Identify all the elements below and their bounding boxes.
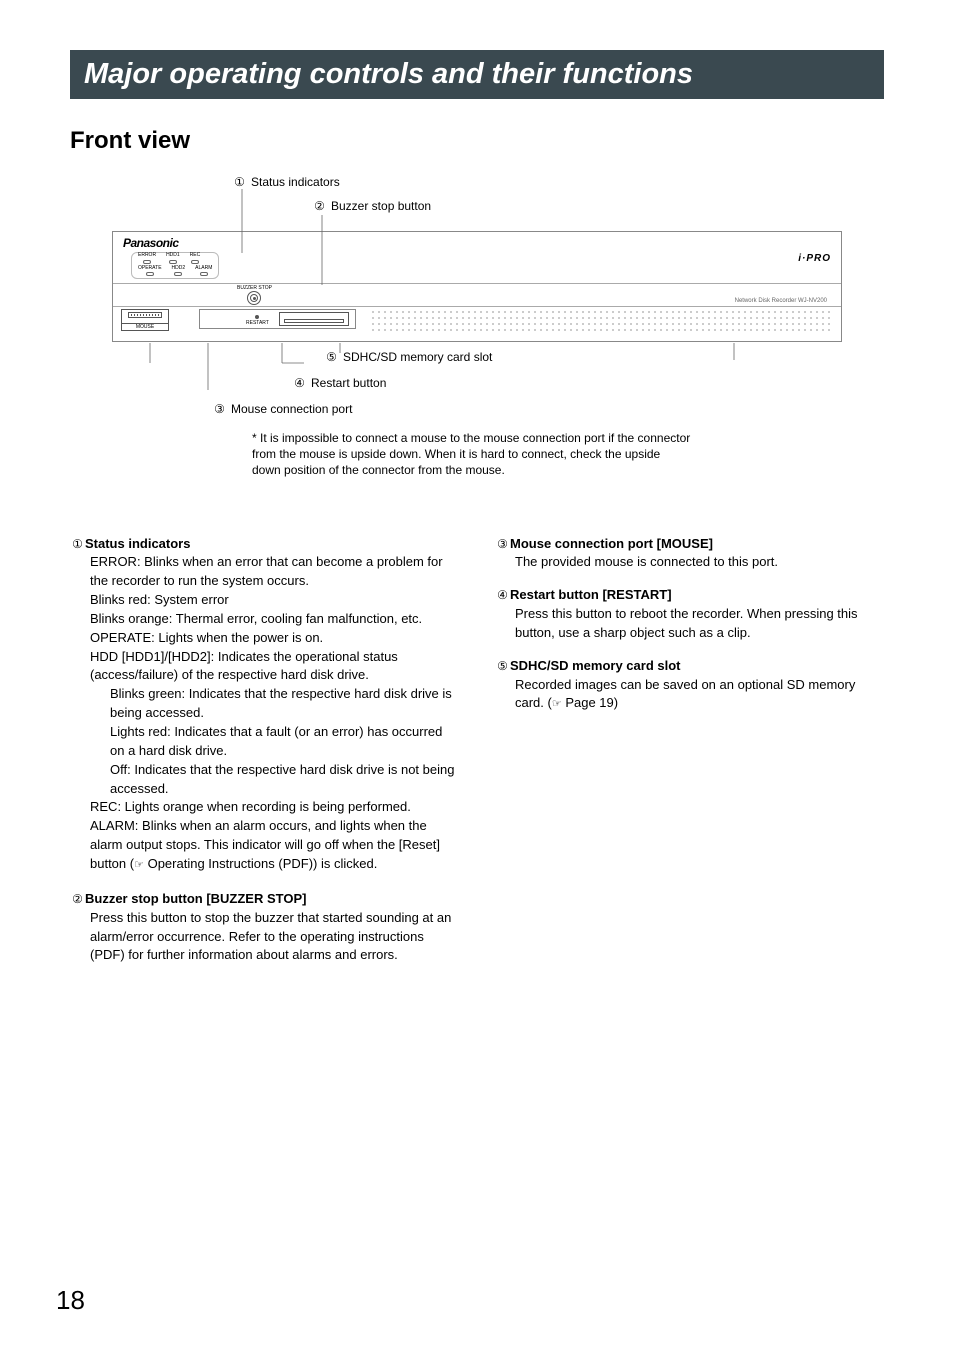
item-2-head: Buzzer stop button [BUZZER STOP] <box>85 891 306 906</box>
diagram-footnote: * It is impossible to connect a mouse to… <box>252 430 692 479</box>
buzzer-stop-button[interactable] <box>247 291 261 305</box>
callout-label: Restart button <box>311 376 386 390</box>
led-hdd1: HDD1 <box>166 253 180 264</box>
callout-status-indicators: ① Status indicators <box>232 175 842 189</box>
callout-label: SDHC/SD memory card slot <box>343 350 492 364</box>
reference-icon: ☞ <box>134 859 144 871</box>
led-alarm: ALARM <box>195 266 212 277</box>
column-left: ①Status indicators ERROR: Blinks when an… <box>70 535 459 980</box>
label-lights-red: Lights red: <box>110 724 171 739</box>
text-alarm-b: Operating Instructions (PDF)) is clicked… <box>144 856 377 871</box>
front-view-diagram: ① Status indicators ② Buzzer stop button P… <box>112 175 842 479</box>
numeral-1: ① <box>70 536 85 553</box>
callout-label: Mouse connection port <box>231 402 352 416</box>
item-5-text: Recorded images can be saved on an optio… <box>515 676 884 714</box>
sd-card-slot[interactable] <box>279 312 349 326</box>
restart-button[interactable]: RESTART <box>246 315 269 326</box>
ventilation-grid: Network Disk Recorder WJ-NV200 <box>370 309 833 335</box>
page-number: 18 <box>56 1285 85 1316</box>
item-4: ④Restart button [RESTART] Press this but… <box>495 586 884 643</box>
item-1-head: Status indicators <box>85 536 190 551</box>
label-off: Off: <box>110 762 131 777</box>
label-blinks-green: Blinks green: <box>110 686 185 701</box>
numeral-3: ③ <box>495 536 510 553</box>
label-blinks-red: Blinks red: <box>90 592 151 607</box>
label-alarm: ALARM: <box>90 818 138 833</box>
description-columns: ①Status indicators ERROR: Blinks when an… <box>70 535 884 980</box>
page-title-band: Major operating controls and their funct… <box>70 50 884 99</box>
callout-sd-slot: ⑤ SDHC/SD memory card slot <box>324 350 842 364</box>
callout-label: Buzzer stop button <box>331 199 431 213</box>
numeral-3: ③ <box>212 402 227 416</box>
numeral-4: ④ <box>495 587 510 604</box>
callout-label: Status indicators <box>251 175 340 189</box>
numeral-5: ⑤ <box>324 350 339 364</box>
text-blinks-orange: Thermal error, cooling fan malfunction, … <box>172 611 422 626</box>
item-3-text: The provided mouse is connected to this … <box>515 553 884 572</box>
buzzer-stop-label: BUZZER STOP <box>237 286 272 291</box>
section-heading-front-view: Front view <box>70 127 884 155</box>
led-rec: REC <box>190 253 201 264</box>
item-5: ⑤SDHC/SD memory card slot Recorded image… <box>495 657 884 714</box>
item-4-text: Press this button to reboot the recorder… <box>515 605 884 643</box>
brand-logo-panasonic: Panasonic <box>123 236 219 250</box>
led-hdd2: HDD2 <box>172 266 186 277</box>
text-operate: Lights when the power is on. <box>155 630 323 645</box>
brand-logo-ipro: i·PRO <box>798 253 831 264</box>
label-hdd: HDD [HDD1]/[HDD2]: <box>90 649 214 664</box>
callout-restart: ④ Restart button <box>292 376 842 390</box>
panel-upper-strip: Panasonic ERROR HDD1 REC OPERATE HDD2 <box>113 232 841 283</box>
numeral-2: ② <box>312 199 327 213</box>
model-name-label: Network Disk Recorder WJ-NV200 <box>735 298 827 304</box>
numeral-5: ⑤ <box>495 658 510 675</box>
mouse-port-label: MOUSE <box>122 323 168 330</box>
text-blinks-red: System error <box>151 592 229 607</box>
status-led-block: ERROR HDD1 REC OPERATE HDD2 ALARM <box>131 252 219 279</box>
label-error: ERROR: <box>90 554 141 569</box>
led-operate: OPERATE <box>138 266 162 277</box>
item-1: ①Status indicators ERROR: Blinks when an… <box>70 535 459 874</box>
label-rec: REC: <box>90 799 121 814</box>
panel-lower-strip: MOUSE RESTART Network Disk Recorder WJ-N… <box>113 307 841 341</box>
reference-icon: ☞ <box>552 698 562 710</box>
manual-page: Major operating controls and their funct… <box>0 0 954 1350</box>
text-off: Indicates that the respective hard disk … <box>110 762 454 796</box>
label-operate: OPERATE: <box>90 630 155 645</box>
device-front-panel: Panasonic ERROR HDD1 REC OPERATE HDD2 <box>112 231 842 342</box>
item-4-head: Restart button [RESTART] <box>510 587 672 602</box>
mouse-port[interactable]: MOUSE <box>121 309 169 331</box>
led-error: ERROR <box>138 253 156 264</box>
text-rec: Lights orange when recording is being pe… <box>121 799 411 814</box>
numeral-1: ① <box>232 175 247 189</box>
label-blinks-orange: Blinks orange: <box>90 611 172 626</box>
callout-mouse-port: ③ Mouse connection port <box>212 402 842 416</box>
item-3-head: Mouse connection port [MOUSE] <box>510 536 713 551</box>
text-error: Blinks when an error that can become a p… <box>90 554 443 588</box>
item-5-head: SDHC/SD memory card slot <box>510 658 681 673</box>
item-3: ③Mouse connection port [MOUSE] The provi… <box>495 535 884 573</box>
callout-buzzer-stop: ② Buzzer stop button <box>312 199 842 213</box>
numeral-4: ④ <box>292 376 307 390</box>
column-right: ③Mouse connection port [MOUSE] The provi… <box>495 535 884 980</box>
panel-mid-strip: BUZZER STOP <box>113 283 841 307</box>
item-2-text: Press this button to stop the buzzer tha… <box>90 909 459 966</box>
numeral-2: ② <box>70 891 85 908</box>
item-2: ②Buzzer stop button [BUZZER STOP] Press … <box>70 890 459 965</box>
